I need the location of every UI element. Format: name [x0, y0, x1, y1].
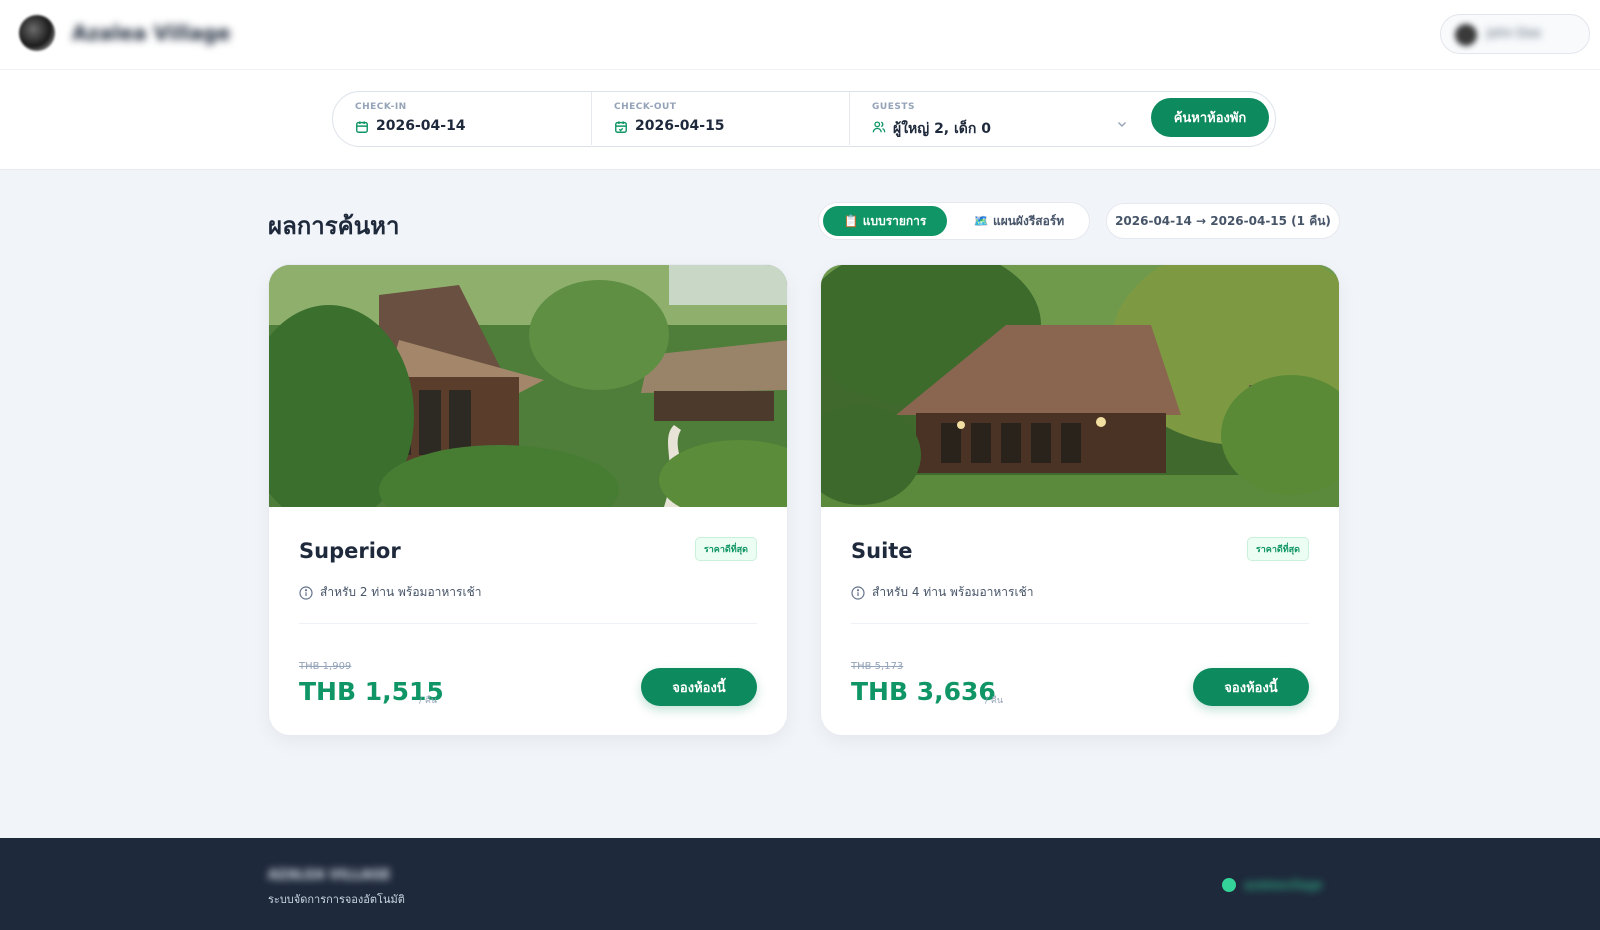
checkout-value: 2026-04-15 — [635, 118, 725, 134]
best-price-badge: ราคาดีที่สุด — [694, 537, 757, 561]
capacity-text: สำหรับ 2 ท่าน พร้อมอาหารเช้า — [320, 585, 482, 599]
brand-logo[interactable] — [19, 15, 55, 51]
room-price: THB 3,636 — [851, 677, 996, 706]
view-map-button[interactable]: 🗺️ แผนผังรีสอร์ท — [951, 206, 1087, 236]
date-range-badge: 2026-04-14 → 2026-04-15 (1 คืน) — [1106, 203, 1340, 239]
room-photo — [821, 265, 1339, 507]
search-rooms-button[interactable]: ค้นหาห้องพัก — [1151, 98, 1269, 137]
calendar-icon — [356, 121, 368, 133]
checkout-field[interactable]: CHECK-OUT 2026-04-15 — [591, 92, 849, 145]
info-icon — [299, 585, 313, 600]
capacity-text: สำหรับ 4 ท่าน พร้อมอาหารเช้า — [872, 585, 1034, 599]
search-section: CHECK-IN 2026-04-14 CHECK-OUT 2026-04-15… — [0, 70, 1600, 170]
divider — [851, 623, 1309, 624]
best-price-badge: ราคาดีที่สุด — [1246, 537, 1309, 561]
contact-handle[interactable]: azaleavillage — [1244, 878, 1323, 892]
room-card-superior: Superior ราคาดีที่สุด สำหรับ 2 ท่าน พร้อ… — [268, 264, 788, 736]
calendar-check-icon — [615, 121, 627, 133]
room-name: Superior — [299, 539, 401, 563]
brand-name[interactable]: Azalea Village — [72, 21, 231, 45]
room-name: Suite — [851, 539, 913, 563]
per-night-label: / คืน — [985, 696, 1004, 706]
chevron-down-icon[interactable] — [1117, 119, 1127, 129]
original-price: THB 1,909 — [299, 661, 352, 672]
checkin-field[interactable]: CHECK-IN 2026-04-14 — [333, 92, 591, 145]
guests-value: ผู้ใหญ่ 2, เด็ก 0 — [893, 121, 991, 137]
checkin-value: 2026-04-14 — [376, 118, 466, 134]
guests-field[interactable]: GUESTS ผู้ใหญ่ 2, เด็ก 0 — [849, 92, 1151, 145]
user-name: John Doe — [1487, 26, 1541, 40]
footer-subtitle: ระบบจัดการการจองอัตโนมัติ — [268, 893, 405, 906]
view-list-button[interactable]: 📋 แบบรายการ — [823, 206, 947, 236]
page-title: ผลการค้นหา — [268, 212, 400, 240]
room-card-suite: Suite ราคาดีที่สุด สำหรับ 4 ท่าน พร้อมอา… — [820, 264, 1340, 736]
room-photo — [269, 265, 787, 507]
checkin-label: CHECK-IN — [355, 102, 407, 112]
divider — [299, 623, 757, 624]
view-toggle: 📋 แบบรายการ 🗺️ แผนผังรีสอร์ท — [818, 202, 1090, 240]
chat-icon — [1222, 878, 1236, 892]
footer-contact-link[interactable]: azaleavillage — [1222, 878, 1323, 892]
users-icon — [872, 121, 886, 133]
original-price: THB 5,173 — [851, 661, 904, 672]
footer: AZALEA VILLAGE ระบบจัดการการจองอัตโนมัติ… — [0, 838, 1600, 930]
guests-label: GUESTS — [872, 102, 915, 112]
avatar — [1455, 24, 1477, 46]
book-room-button[interactable]: จองห้องนี้ — [641, 668, 757, 706]
per-night-label: / คืน — [419, 696, 438, 706]
checkout-label: CHECK-OUT — [614, 102, 677, 112]
footer-brand: AZALEA VILLAGE — [268, 868, 391, 883]
room-capacity: สำหรับ 2 ท่าน พร้อมอาหารเช้า — [299, 583, 481, 602]
user-menu-button[interactable]: John Doe — [1440, 14, 1590, 54]
info-icon — [851, 585, 865, 600]
search-bar: CHECK-IN 2026-04-14 CHECK-OUT 2026-04-15… — [332, 91, 1276, 147]
book-room-button[interactable]: จองห้องนี้ — [1193, 668, 1309, 706]
top-navbar: Azalea Village John Doe — [0, 0, 1600, 70]
room-capacity: สำหรับ 4 ท่าน พร้อมอาหารเช้า — [851, 583, 1033, 602]
